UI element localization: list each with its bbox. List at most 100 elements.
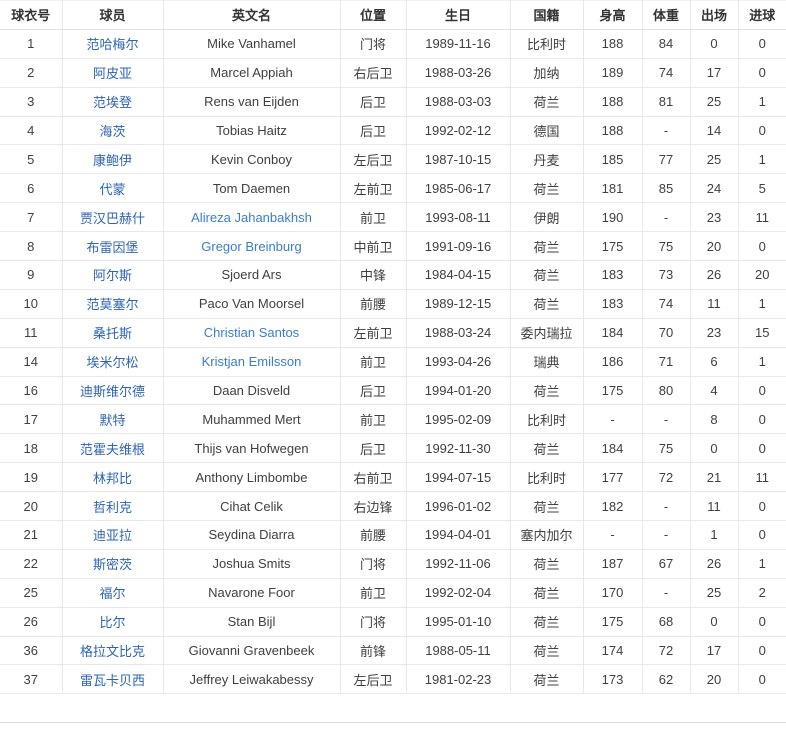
cell-birthday: 1994-01-20 [406,376,510,405]
table-row: 19林邦比Anthony Limbombe右前卫1994-07-15比利时177… [0,463,786,492]
cell-apps: 0 [690,29,738,58]
player-link-cn[interactable]: 范霍夫维根 [80,442,145,457]
cell-height: 184 [583,434,642,463]
player-link-cn[interactable]: 海茨 [99,124,125,139]
cell-number: 20 [0,492,62,521]
player-link-cn[interactable]: 桑托斯 [93,326,132,341]
cell-apps: 20 [690,665,738,694]
cell-goals: 0 [738,405,786,434]
player-link-cn[interactable]: 埃米尔松 [86,355,138,370]
cell-height: 175 [583,232,642,261]
cell-nation: 塞内加尔 [510,521,583,550]
cell-weight: 81 [642,87,690,116]
cell-nation: 比利时 [510,405,583,434]
player-link-cn[interactable]: 代蒙 [99,182,125,197]
cell-birthday: 1988-05-11 [406,636,510,665]
table-row: 21迪亚拉Seydina Diarra前腰1994-04-01塞内加尔--10 [0,521,786,550]
cell-name-en: Mike Vanhamel [163,29,340,58]
cell-weight: 75 [642,232,690,261]
cell-weight: 71 [642,347,690,376]
player-link-cn[interactable]: 格拉文比克 [80,644,145,659]
cell-number: 16 [0,376,62,405]
cell-name-cn: 格拉文比克 [62,636,163,665]
table-row: 37雷瓦卡贝西Jeffrey Leiwakabessy左后卫1981-02-23… [0,665,786,694]
player-link-cn[interactable]: 范哈梅尔 [86,37,138,52]
player-link-cn[interactable]: 范莫塞尔 [86,297,138,312]
cell-name-cn: 海茨 [62,116,163,145]
table-row: 25福尔Navarone Foor前卫1992-02-04荷兰170-252 [0,578,786,607]
cell-goals: 0 [738,29,786,58]
col-header-birthday: 生日 [406,1,510,30]
cell-goals: 20 [738,261,786,290]
cell-height: 173 [583,665,642,694]
cell-name-en: Sjoerd Ars [163,261,340,290]
cell-birthday: 1995-02-09 [406,405,510,434]
cell-position: 门将 [340,607,406,636]
cell-weight: - [642,116,690,145]
player-link-en[interactable]: Alireza Jahanbakhsh [191,210,312,225]
cell-height: 188 [583,87,642,116]
cell-name-cn: 范霍夫维根 [62,434,163,463]
cell-birthday: 1984-04-15 [406,261,510,290]
cell-nation: 荷兰 [510,607,583,636]
cell-position: 中前卫 [340,232,406,261]
table-row: 8布雷因堡Gregor Breinburg中前卫1991-09-16荷兰1757… [0,232,786,261]
cell-birthday: 1988-03-03 [406,87,510,116]
cell-name-cn: 雷瓦卡贝西 [62,665,163,694]
cell-name-en: Navarone Foor [163,578,340,607]
cell-name-cn: 范哈梅尔 [62,29,163,58]
cell-position: 左前卫 [340,318,406,347]
cell-height: 174 [583,636,642,665]
cell-name-en: Paco Van Moorsel [163,289,340,318]
player-link-cn[interactable]: 林邦比 [93,471,132,486]
player-link-en[interactable]: Gregor Breinburg [201,239,301,254]
player-link-cn[interactable]: 康鲍伊 [93,153,132,168]
player-link-cn[interactable]: 迪亚拉 [93,528,132,543]
player-link-cn[interactable]: 默特 [99,413,125,428]
cell-nation: 荷兰 [510,289,583,318]
table-row: 22斯密茨Joshua Smits门将1992-11-06荷兰18767261 [0,549,786,578]
cell-name-en: Stan Bijl [163,607,340,636]
cell-height: 170 [583,578,642,607]
cell-height: 186 [583,347,642,376]
player-link-cn[interactable]: 比尔 [99,615,125,630]
cell-apps: 11 [690,289,738,318]
cell-apps: 20 [690,232,738,261]
cell-goals: 0 [738,665,786,694]
cell-goals: 0 [738,232,786,261]
cell-apps: 25 [690,578,738,607]
cell-number: 14 [0,347,62,376]
player-link-cn[interactable]: 哲利克 [93,500,132,515]
player-link-cn[interactable]: 阿皮亚 [93,66,132,81]
cell-nation: 荷兰 [510,376,583,405]
col-header-height: 身高 [583,1,642,30]
cell-position: 后卫 [340,87,406,116]
cell-name-en: Giovanni Gravenbeek [163,636,340,665]
cell-number: 4 [0,116,62,145]
cell-goals: 1 [738,289,786,318]
col-header-weight: 体重 [642,1,690,30]
player-link-en[interactable]: Christian Santos [204,325,299,340]
cell-weight: 74 [642,58,690,87]
cell-goals: 1 [738,145,786,174]
player-link-cn[interactable]: 迪斯维尔德 [80,384,145,399]
cell-goals: 11 [738,203,786,232]
player-link-cn[interactable]: 布雷因堡 [86,240,138,255]
cell-goals: 0 [738,376,786,405]
cell-weight: 74 [642,289,690,318]
player-link-cn[interactable]: 范埃登 [93,95,132,110]
cell-name-cn: 布雷因堡 [62,232,163,261]
table-row: 16迪斯维尔德Daan Disveld后卫1994-01-20荷兰1758040 [0,376,786,405]
cell-weight: - [642,578,690,607]
cell-name-cn: 康鲍伊 [62,145,163,174]
player-link-cn[interactable]: 雷瓦卡贝西 [80,673,145,688]
cell-position: 后卫 [340,116,406,145]
col-header-player: 球员 [62,1,163,30]
player-link-cn[interactable]: 阿尔斯 [93,268,132,283]
player-link-cn[interactable]: 贾汉巴赫什 [80,211,145,226]
player-link-en[interactable]: Kristjan Emilsson [202,354,302,369]
player-link-cn[interactable]: 斯密茨 [93,557,132,572]
player-link-cn[interactable]: 福尔 [99,586,125,601]
cell-position: 左后卫 [340,145,406,174]
table-row: 4海茨Tobias Haitz后卫1992-02-12德国188-140 [0,116,786,145]
